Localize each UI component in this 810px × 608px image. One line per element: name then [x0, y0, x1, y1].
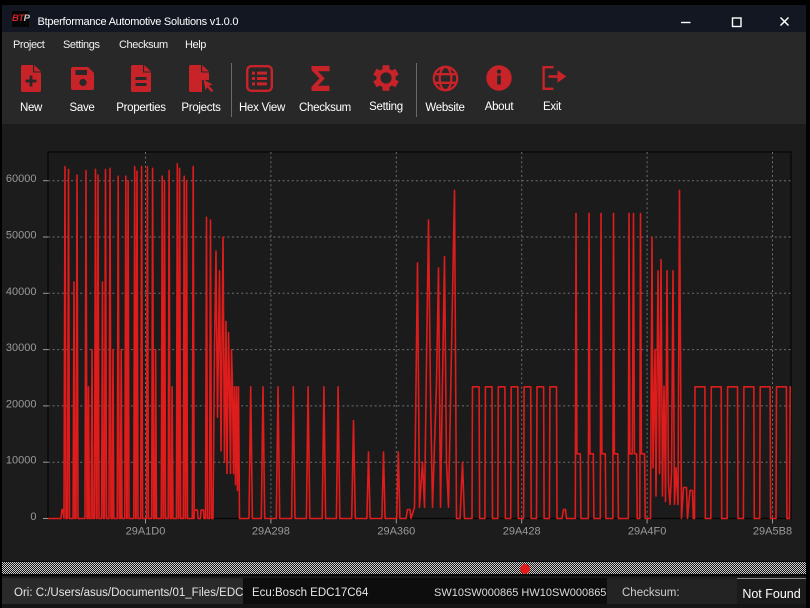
svg-text:29A428: 29A428	[503, 526, 541, 538]
svg-text:10000: 10000	[6, 455, 37, 467]
svg-text:20000: 20000	[6, 398, 37, 410]
svg-text:40000: 40000	[6, 286, 37, 298]
svg-text:29A5B8: 29A5B8	[753, 526, 792, 538]
svg-text:30000: 30000	[6, 342, 37, 354]
svg-text:29A4F0: 29A4F0	[628, 526, 667, 538]
svg-text:29A298: 29A298	[252, 526, 290, 538]
svg-text:29A1D0: 29A1D0	[126, 526, 166, 538]
svg-text:60000: 60000	[6, 173, 37, 185]
svg-text:29A360: 29A360	[377, 526, 415, 538]
svg-text:0: 0	[30, 511, 36, 523]
svg-text:50000: 50000	[6, 230, 37, 242]
